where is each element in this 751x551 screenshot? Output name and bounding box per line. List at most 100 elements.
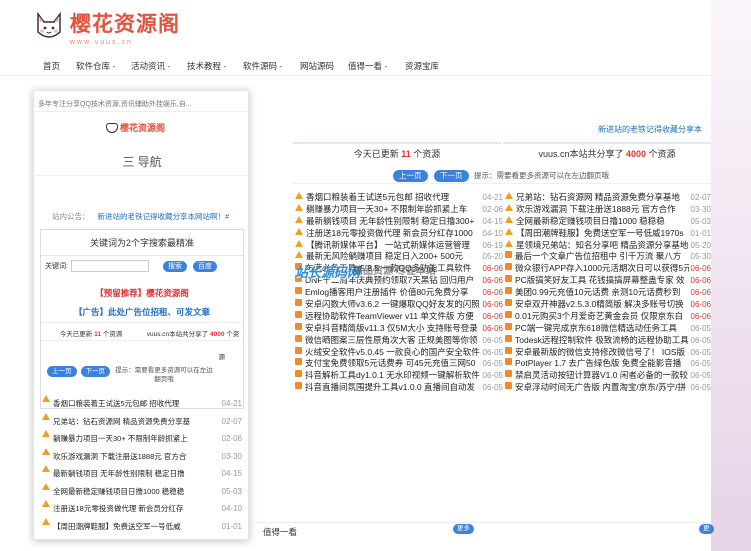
list-item[interactable]: 【周田潮牌鞋服】免费送空军一号低威1970s 01-01 (505, 227, 711, 240)
list-item[interactable]: 安卓抖音精简版v11.3 仅5M大小 支持账号登录 06-06 (295, 322, 503, 335)
list-item-title[interactable]: 【周田潮牌鞋服】免费送空军一号低威1970s (516, 228, 689, 240)
list-item-title[interactable]: Emlog播客用户注册插件 价值80元免费分享 (305, 287, 481, 299)
article-icon (505, 275, 512, 283)
list-item-title[interactable]: 香烟口粮装着王试送5元包邮 招收代理 (306, 192, 481, 204)
list-item[interactable]: 安卓最新版的微信支持修改微信号了！ IOS版 06-05 (505, 346, 711, 359)
list-item-title[interactable]: 兄弟站：钻石资源网 精品资源免费分享基 (53, 413, 220, 431)
list-item-title[interactable]: 【周田潮牌鞋服】免费送空军一号低威 (53, 518, 220, 536)
prev-page-button[interactable]: 上一页 (393, 170, 428, 182)
nav-resources[interactable]: 资源宝库 (405, 60, 439, 72)
list-item-title[interactable]: 躺赚暴力项目一天30+ 不限制年龄抓紧上车 (306, 204, 481, 216)
list-item-title[interactable]: 抖音直播间氛围提升工具v1.0.0 直播间自动发 (305, 382, 481, 394)
list-item[interactable]: 星领境兄弟站：知名分享吧 精品资源分享基地 05-20 (505, 239, 711, 252)
list-item-title[interactable]: 全网最新稳定赚钱项目日撸1000 稳稳稳 (516, 216, 689, 228)
list-item-title[interactable]: 安卓浮动时间无广告版 内置淘宝/京东/苏宁/拼 (515, 382, 689, 394)
list-item-title[interactable]: 微众银行APP存入1000元活期次日可以获得5元 (515, 263, 689, 275)
list-item[interactable]: 远程协助软件TeamViewer v11 单文件版 方便 06-06 (295, 310, 503, 323)
list-item-title[interactable]: 最新躺钱项目 无年龄性别限制 稳定日撸 (53, 465, 220, 483)
list-item-title[interactable]: 美团0.99元充值10元话费 亲测10元话费秒到 (515, 287, 689, 299)
list-item[interactable]: 香烟口粮装着王试送5元包邮 招收代理 04-21 (295, 192, 503, 204)
list-item[interactable]: 禁启灵活动按钮计算器V1.0 闲者必备的一款较 06-05 (505, 370, 711, 382)
ad-recommend[interactable]: 【预留推荐】樱花资源阁 (41, 287, 243, 299)
list-item-title[interactable]: 欢乐游戏漏洞 下载注册送1888元 官方合作 (516, 204, 689, 216)
list-item-title[interactable]: 0.01元购买3个月爱奇艺黄金会员 仅限京东白 (515, 311, 689, 323)
keyword-input[interactable] (70, 260, 149, 272)
list-item-title[interactable]: PC端一键完成京东618微信精选动任务工具 (515, 323, 689, 335)
list-item-title[interactable]: 禁启灵活动按钮计算器V1.0 闲者必备的一款较 (515, 370, 689, 382)
list-item-title[interactable]: 最新躺钱项目 无年龄性别限制 稳定日撸300+ (306, 216, 481, 228)
list-item[interactable]: PotPlayer 1.7 去广告绿色版 免费全能影音播 06-05 (505, 358, 711, 370)
nav-site-source[interactable]: 网站源码 (300, 60, 334, 72)
list-item-title[interactable]: 安卓双开神器v2.5.3.0精简版 解决多账号切换 (515, 299, 689, 311)
nav-software[interactable]: 软件仓库 - (76, 60, 115, 72)
list-item[interactable]: 安卓双开神器v2.5.3.0精简版 解决多账号切换 06-06 (505, 299, 711, 311)
list-item[interactable]: 注册送18元零投资做代理 新会员分红存 04-10 (42, 500, 242, 518)
list-item[interactable]: 兄弟站：钻石资源网 精品资源免费分享基地 02-07 (505, 192, 711, 204)
more-button[interactable]: 更多 (453, 524, 474, 534)
list-item-title[interactable]: 躺赚暴力项目一天30+ 不限制年龄抓紧上 (53, 430, 220, 448)
list-item-title[interactable]: 支付宝免费领取5元话费券 可45元充值三网50 (305, 358, 481, 370)
list-item[interactable]: Emlog播客用户注册插件 价值80元免费分享 06-06 (295, 287, 503, 299)
nav-home[interactable]: 首页 (43, 60, 60, 72)
list-item[interactable]: 安卓闪数大师v3.6.2 一键爆取QQ好友发的闪照 06-06 (295, 299, 503, 311)
list-item[interactable]: 【周田潮牌鞋服】免费送空军一号低威 01-01 (42, 517, 242, 536)
list-item-title[interactable]: PC版搞笑好友工具 花钱搞搞屏幕整蛊专家 效 (515, 275, 689, 287)
list-item[interactable]: 安卓浮动时间无广告版 内置淘宝/京东/苏宁/拼 06-05 (505, 382, 711, 394)
popup-prev-page-button[interactable]: 上一页 (47, 366, 77, 377)
nav-worth-seeing[interactable]: 值得一看 - (348, 60, 387, 72)
baidu-search-button[interactable]: 百度 (192, 260, 217, 272)
list-item-title[interactable]: Todesk远程控制软件 极致流畅的远程协助工具 (515, 335, 689, 347)
list-item[interactable]: Todesk远程控制软件 极致流畅的远程协助工具 06-05 (505, 334, 711, 347)
next-page-button[interactable]: 下一页 (434, 170, 469, 182)
list-item-title[interactable]: 全网最新稳定赚钱项目日撸1000 稳稳稳 (53, 483, 220, 501)
list-item[interactable]: 美团0.99元充值10元话费 亲测10元话费秒到 06-06 (505, 287, 711, 299)
list-item-title[interactable]: 安卓抖音精简版v11.3 仅5M大小 支持账号登录 (305, 323, 481, 335)
list-item-title[interactable]: 欢乐游戏漏洞 下载注册送1888元 官方合 (53, 448, 220, 466)
list-item[interactable]: 火绒安全软件v5.0.45 一款良心的国产安全软件 06-05 (295, 346, 503, 359)
list-item-title[interactable]: 最后一个文章广告位招租中 引千万流 聚八方 (515, 251, 689, 263)
list-item-title[interactable]: 安卓最新版的微信支持修改微信号了！ IOS版 (515, 347, 689, 359)
list-item-title[interactable]: 【腾讯新媒体平台】 一站式新媒体运营管理 (306, 240, 481, 252)
list-item[interactable]: 香烟口粮装着王试送5元包邮 招收代理 04-21 (42, 395, 242, 413)
list-item-title[interactable]: 安卓闪数大师v3.6.2 一键爆取QQ好友发的闪照 (305, 299, 481, 311)
list-item[interactable]: PC端一键完成京东618微信精选动任务工具 06-05 (505, 322, 711, 335)
list-item[interactable]: 0.01元购买3个月爱奇艺黄金会员 仅限京东白 06-06 (505, 310, 711, 323)
list-item[interactable]: 躺赚暴力项目一天30+ 不限制年龄抓紧上 02-06 (42, 430, 242, 448)
list-item-title[interactable]: 远程协助软件TeamViewer v11 单文件版 方便 (305, 311, 481, 323)
list-item-title[interactable]: 注册送18元零投资做代理 新会员分红存 (53, 500, 220, 518)
list-item[interactable]: 最新躺钱项目 无年龄性别限制 稳定日撸 04-15 (42, 465, 242, 483)
list-item-title[interactable]: 注册送18元零投资做代理 新会员分红存1000 (306, 228, 481, 240)
list-item[interactable]: 支付宝免费领取5元话费券 可45元充值三网50 06-05 (295, 358, 503, 370)
list-item-title[interactable]: 星领境兄弟站：知名分享吧 精品资源分享基地 (516, 240, 689, 252)
list-item[interactable]: 抖音解析工具dy1.0.1 无水印视频一键解析软件 06-05 (295, 370, 503, 382)
popup-nav-title[interactable]: 三 导航 (34, 153, 250, 170)
list-item[interactable]: 【腾讯新媒体平台】 一站式新媒体运营管理 06-19 (295, 239, 503, 252)
ad-placeholder[interactable]: 【广告】此处广告位招租、可发文章 (41, 306, 243, 318)
site-logo[interactable]: 樱花资源阁 www.vuus.cn (32, 8, 180, 46)
nav-activities[interactable]: 活动资讯 - (131, 60, 170, 72)
popup-next-page-button[interactable]: 下一页 (80, 366, 110, 377)
list-item-title[interactable]: 火绒安全软件v5.0.45 一款良心的国产安全软件 (305, 347, 481, 359)
list-item[interactable]: PC版搞笑好友工具 花钱搞搞屏幕整蛊专家 效 06-06 (505, 275, 711, 287)
list-item[interactable]: 欢乐游戏漏洞 下载注册送1888元 官方合作 03-30 (505, 203, 711, 216)
list-item-title[interactable]: 抖音解析工具dy1.0.1 无水印视频一键解析软件 (305, 370, 481, 382)
list-item-title[interactable]: 兄弟站：钻石资源网 精品资源免费分享基地 (516, 192, 689, 204)
nav-source-code[interactable]: 软件源码 - (243, 60, 282, 72)
list-item-title[interactable]: 香烟口粮装着王试送5元包邮 招收代理 (53, 395, 220, 413)
list-item[interactable]: 全网最新稳定赚钱项目日撸1000 稳稳稳 05-03 (505, 215, 711, 228)
list-item[interactable]: 全网最新稳定赚钱项目日撸1000 稳稳稳 05-03 (42, 482, 242, 501)
more-button-right[interactable]: 更多 (699, 524, 714, 542)
list-item[interactable]: 兄弟站：钻石资源网 精品资源免费分享基 02-07 (42, 412, 242, 431)
list-item[interactable]: 最后一个文章广告位招租中 引千万流 聚八方 05-30 (505, 251, 711, 263)
list-item-title[interactable]: PotPlayer 1.7 去广告绿色版 免费全能影音播 (515, 358, 689, 370)
search-button[interactable]: 搜索 (162, 260, 187, 272)
list-item-title[interactable]: 微信晒图案三层性原角次大客 正规美图等你领 (305, 335, 481, 347)
list-item[interactable]: 微众银行APP存入1000元活期次日可以获得5元 06-06 (505, 263, 711, 275)
list-item[interactable]: 欢乐游戏漏洞 下载注册送1888元 官方合 03-30 (42, 447, 242, 466)
list-item[interactable]: 抖音直播间氛围提升工具v1.0.0 直播间自动发 06-05 (295, 382, 503, 394)
list-item[interactable]: 最新躺钱项目 无年龄性别限制 稳定日撸300+ 04-15 (295, 215, 503, 228)
list-item[interactable]: 注册送18元零投资做代理 新会员分红存1000 04-10 (295, 227, 503, 240)
list-item[interactable]: 躺赚暴力项目一天30+ 不限制年龄抓紧上车 02-06 (295, 203, 503, 216)
nav-tutorials[interactable]: 技术教程 - (187, 60, 226, 72)
list-item[interactable]: 微信晒图案三层性原角次大客 正规美图等你领 06-05 (295, 334, 503, 347)
